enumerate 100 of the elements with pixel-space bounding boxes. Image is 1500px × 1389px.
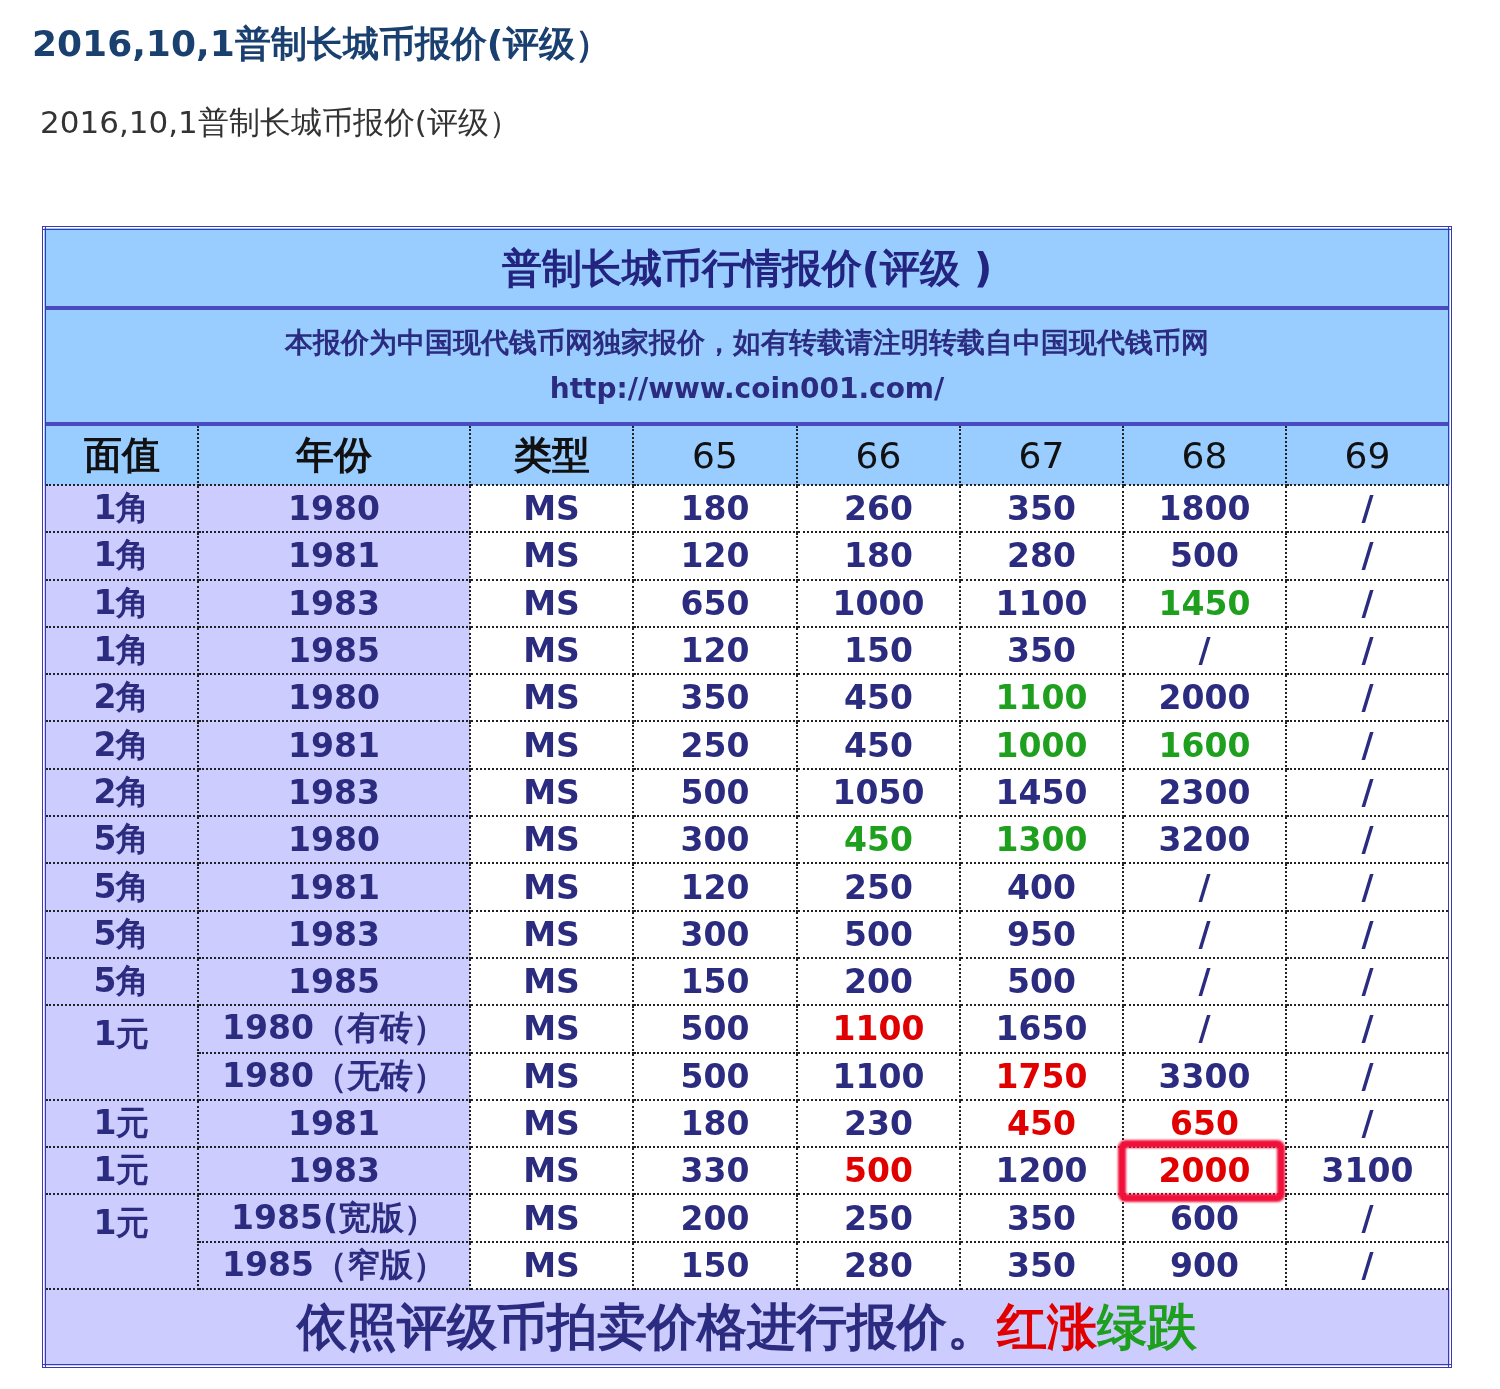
price-text: 3200 — [1158, 820, 1251, 860]
denomination-text: 1元 — [93, 1013, 150, 1056]
denomination-text: 1角 — [93, 487, 150, 530]
table-cell: 1980（无砖） — [198, 1052, 470, 1100]
page-title: 2016,10,1普制长城币报价(评级） — [31, 22, 613, 66]
price-text: 350 — [1007, 489, 1076, 529]
price-text: / — [1361, 678, 1374, 718]
column-header: 66 — [797, 424, 960, 485]
column-header: 面值 — [44, 424, 198, 485]
price-text: 450 — [844, 678, 913, 718]
price-text: 1000 — [832, 583, 925, 623]
denomination-text: 5角 — [93, 818, 150, 861]
column-header: 67 — [960, 424, 1123, 485]
column-header: 类型 — [470, 424, 633, 485]
price-text: 1000 — [995, 725, 1088, 765]
price-text: 180 — [680, 1104, 750, 1143]
price-text: 500 — [680, 772, 750, 812]
price-text: / — [1361, 772, 1374, 812]
price-text: / — [1361, 1056, 1374, 1096]
price-text: 1750 — [995, 1056, 1088, 1096]
table-cell: 1983 — [198, 768, 470, 817]
denomination-text: 2角 — [93, 770, 150, 813]
price-text: 300 — [680, 820, 750, 860]
page-subtitle: 2016,10,1普制长城币报价(评级） — [39, 103, 521, 142]
table-cell: 1981 — [198, 863, 470, 911]
price-text: 230 — [844, 1104, 913, 1143]
price-text: / — [1361, 536, 1374, 576]
price-text: 500 — [1170, 536, 1239, 576]
price-text: 280 — [1007, 536, 1076, 576]
legend-text: 红涨 — [997, 1296, 1097, 1358]
table-cell: MS — [470, 910, 633, 958]
price-text: 950 — [1007, 914, 1076, 954]
price-text: 500 — [844, 914, 913, 954]
price-text: 400 — [1007, 867, 1076, 907]
price-text: / — [1361, 867, 1374, 907]
price-text: 1100 — [995, 583, 1088, 623]
denomination-text: 1角 — [93, 581, 150, 624]
price-text: 150 — [680, 1245, 750, 1285]
price-text: 450 — [1007, 1104, 1076, 1143]
price-text: / — [1361, 489, 1374, 529]
price-text: 180 — [844, 536, 913, 576]
price-text: 1100 — [995, 678, 1088, 718]
table-cell: MS — [470, 957, 633, 1006]
price-text: 1650 — [995, 1009, 1088, 1049]
price-text: 350 — [1007, 1245, 1076, 1285]
denomination-text: 1角 — [93, 629, 150, 672]
price-text: / — [1361, 1104, 1374, 1143]
price-text: 2300 — [1158, 772, 1251, 812]
table-cell: 1980 — [198, 816, 470, 864]
price-text: 1450 — [1158, 583, 1251, 623]
denomination-text: 1角 — [93, 534, 150, 577]
table-cell: 1983 — [198, 1147, 470, 1195]
table-cell: MS — [470, 1005, 633, 1053]
price-text: 600 — [1170, 1198, 1239, 1238]
table-cell: 1983 — [198, 910, 470, 958]
table-cell: MS — [470, 1194, 633, 1242]
table-cell: MS — [470, 1241, 633, 1290]
notice-text: 本报价为中国现代钱币网独家报价，如有转载请注明转载自中国现代钱币网 — [285, 325, 1209, 361]
price-text: 1450 — [995, 772, 1088, 812]
table-cell: MS — [470, 626, 633, 675]
price-text: / — [1198, 867, 1211, 907]
price-text: 900 — [1170, 1245, 1239, 1285]
table-title: 普制长城币行情报价(评级 ) — [501, 243, 993, 293]
price-text: / — [1361, 1245, 1374, 1285]
price-text: 500 — [1007, 962, 1076, 1002]
price-text: 350 — [1007, 1198, 1076, 1238]
column-header: 68 — [1123, 424, 1286, 485]
site-link[interactable]: http://www.coin001.com/ — [549, 366, 945, 412]
price-text: 450 — [844, 725, 913, 765]
table-cell: MS — [470, 816, 633, 864]
price-text: 3300 — [1158, 1056, 1251, 1096]
table-cell: MS — [470, 485, 633, 533]
price-text: 1100 — [832, 1056, 925, 1096]
price-text: 180 — [680, 489, 750, 529]
price-text: / — [1198, 914, 1211, 954]
table-cell: 1985(宽版） — [198, 1194, 470, 1242]
price-text: 1050 — [832, 772, 925, 812]
table-cell: 1983 — [198, 579, 470, 627]
price-text: 150 — [680, 962, 750, 1002]
price-text: 150 — [844, 631, 913, 671]
denomination-text: 5角 — [93, 960, 150, 1003]
table-cell: 1985（窄版） — [198, 1241, 470, 1290]
price-text: 200 — [844, 962, 913, 1002]
table-cell: MS — [470, 768, 633, 817]
price-text: 350 — [1007, 631, 1076, 671]
price-text: 500 — [680, 1056, 750, 1096]
price-text: 1800 — [1158, 489, 1251, 529]
price-text: 250 — [680, 725, 750, 765]
price-text: 650 — [680, 583, 750, 623]
price-text: 280 — [844, 1245, 913, 1285]
table-cell: 1980 — [198, 674, 470, 722]
price-text: 1200 — [995, 1151, 1088, 1191]
price-text: 450 — [844, 820, 913, 860]
table-cell: MS — [470, 863, 633, 911]
table-cell: 1981 — [198, 1099, 470, 1148]
price-text: / — [1361, 962, 1374, 1002]
table-cell: 1985 — [198, 957, 470, 1006]
price-text: 1600 — [1158, 725, 1251, 765]
price-text: 500 — [680, 1009, 750, 1049]
price-text: 1100 — [832, 1009, 925, 1049]
